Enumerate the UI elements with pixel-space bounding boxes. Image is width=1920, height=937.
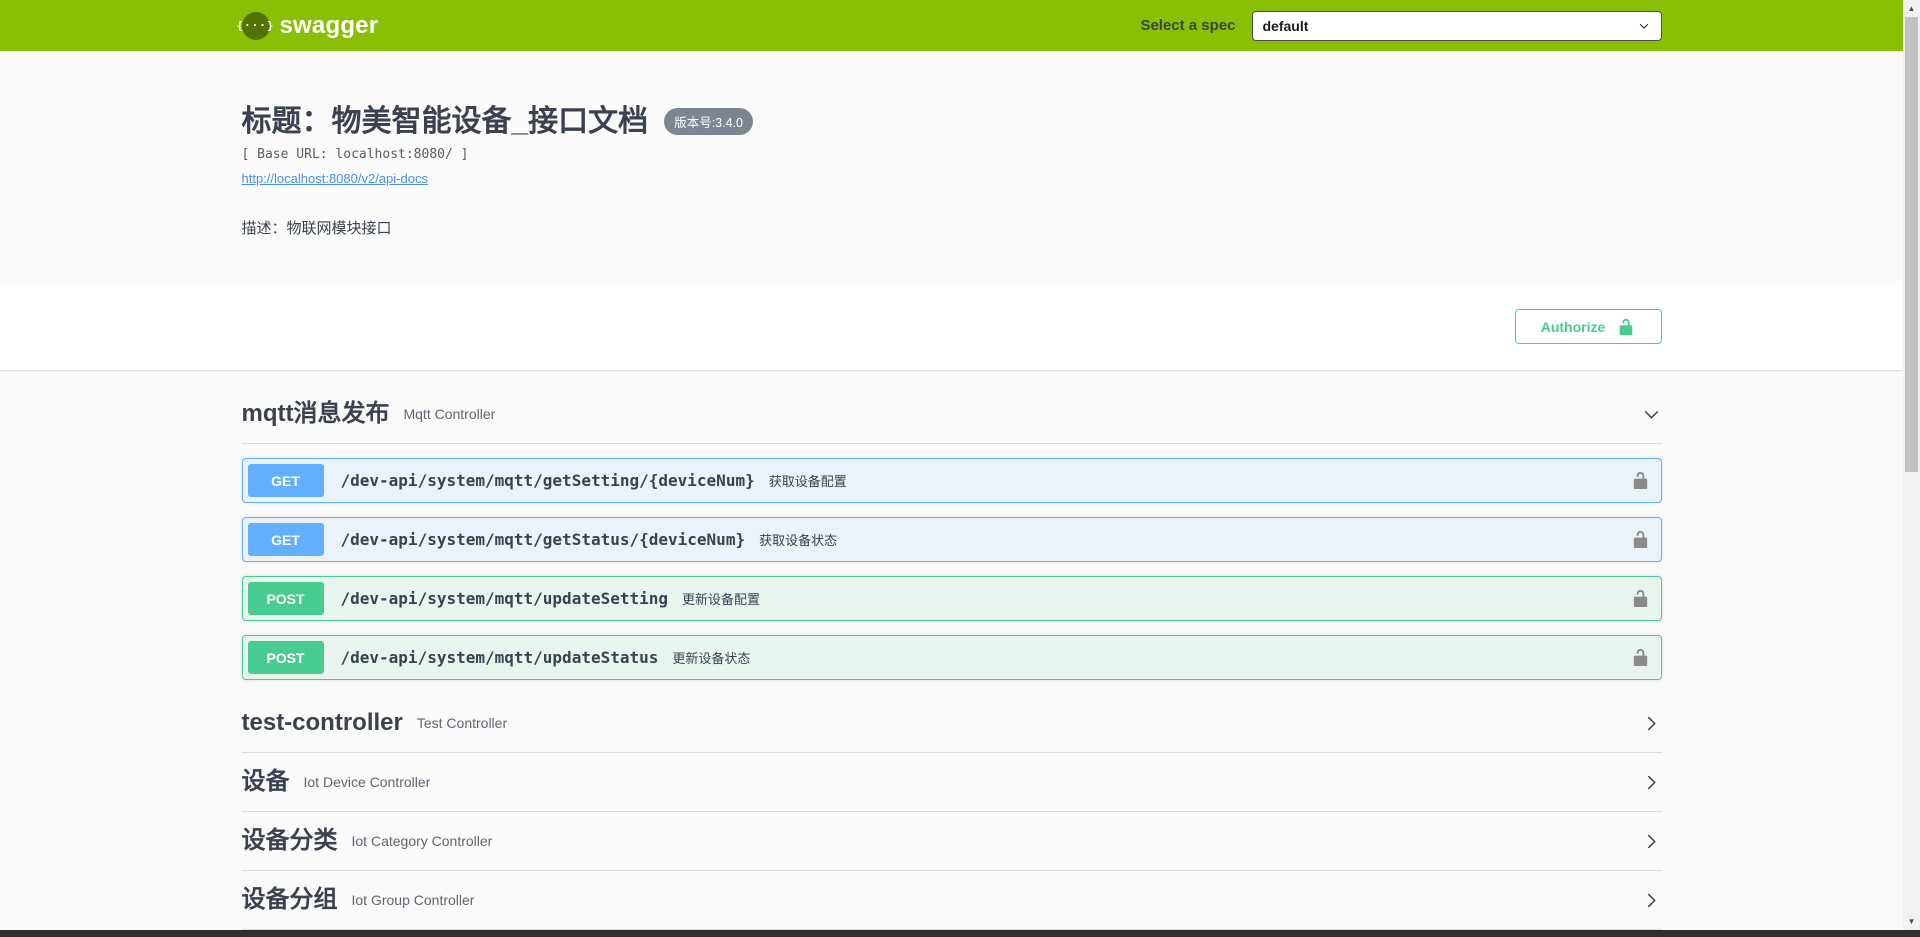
window-bottom-edge bbox=[0, 930, 1920, 937]
api-info-section: 标题：物美智能设备_接口文档 版本号:3.4.0 [ Base URL: loc… bbox=[0, 51, 1903, 283]
operation-row[interactable]: GET /dev-api/system/mqtt/getSetting/{dev… bbox=[242, 458, 1662, 503]
operation-row[interactable]: POST /dev-api/system/mqtt/updateStatus 更… bbox=[242, 635, 1662, 680]
operation-summary: 获取设备配置 bbox=[769, 471, 847, 490]
unlock-icon bbox=[1617, 318, 1635, 336]
authorize-button[interactable]: Authorize bbox=[1515, 309, 1662, 344]
tag-controller-label: Test Controller bbox=[417, 715, 507, 731]
scrollbar-up-arrow[interactable]: ▲ bbox=[1903, 1, 1920, 16]
operation-summary: 更新设备状态 bbox=[672, 648, 750, 667]
tag-controller-label: Iot Group Controller bbox=[352, 892, 475, 908]
operation-summary: 获取设备状态 bbox=[759, 530, 837, 549]
tag-name: 设备分类 bbox=[242, 827, 338, 855]
swagger-logo-icon: {···} bbox=[242, 12, 270, 40]
chevron-down-icon[interactable] bbox=[1641, 404, 1662, 425]
method-badge: GET bbox=[248, 464, 324, 497]
api-tags-section: mqtt消息发布 Mqtt Controller GET /dev-api/sy… bbox=[0, 370, 1903, 930]
method-badge: POST bbox=[248, 582, 324, 615]
tag-controller-label: Iot Category Controller bbox=[352, 833, 493, 849]
spec-select-value: default bbox=[1263, 18, 1309, 34]
spec-select[interactable]: default bbox=[1252, 11, 1662, 41]
tag-section: 设备 Iot Device Controller bbox=[242, 753, 1662, 812]
api-docs-link[interactable]: http://localhost:8080/v2/api-docs bbox=[242, 171, 428, 186]
tag-name: mqtt消息发布 bbox=[242, 400, 390, 428]
lock-icon[interactable] bbox=[1631, 471, 1650, 490]
scrollbar-thumb[interactable] bbox=[1905, 17, 1918, 472]
method-badge: POST bbox=[248, 641, 324, 674]
lock-icon[interactable] bbox=[1631, 589, 1650, 608]
tag-name: 设备分组 bbox=[242, 886, 338, 914]
scrollbar[interactable]: ▲ ▼ bbox=[1903, 0, 1920, 937]
chevron-right-icon[interactable] bbox=[1641, 772, 1662, 793]
lock-icon[interactable] bbox=[1631, 530, 1650, 549]
tag-header[interactable]: 设备 Iot Device Controller bbox=[242, 753, 1662, 812]
operation-path: /dev-api/system/mqtt/updateSetting bbox=[341, 589, 669, 608]
api-tags-list: mqtt消息发布 Mqtt Controller GET /dev-api/sy… bbox=[222, 385, 1682, 930]
tag-header[interactable]: mqtt消息发布 Mqtt Controller bbox=[242, 385, 1662, 444]
base-url: [ Base URL: localhost:8080/ ] bbox=[242, 147, 1662, 162]
chevron-down-icon bbox=[1637, 19, 1651, 33]
operation-path: /dev-api/system/mqtt/getStatus/{deviceNu… bbox=[341, 530, 746, 549]
operation-summary: 更新设备配置 bbox=[682, 589, 760, 608]
tag-controller-label: Iot Device Controller bbox=[304, 774, 431, 790]
chevron-right-icon[interactable] bbox=[1641, 890, 1662, 911]
tag-section: mqtt消息发布 Mqtt Controller GET /dev-api/sy… bbox=[242, 385, 1662, 680]
operation-path: /dev-api/system/mqtt/updateStatus bbox=[341, 648, 659, 667]
title-row: 标题：物美智能设备_接口文档 版本号:3.4.0 bbox=[242, 105, 1662, 138]
operation-path: /dev-api/system/mqtt/getSetting/{deviceN… bbox=[341, 471, 755, 490]
swagger-ui-page: {···} swagger Select a spec default 标题：物… bbox=[0, 0, 1903, 937]
tag-header[interactable]: 设备分组 Iot Group Controller bbox=[242, 871, 1662, 930]
tag-name: 设备 bbox=[242, 768, 290, 796]
tag-section: 设备分组 Iot Group Controller bbox=[242, 871, 1662, 930]
chevron-right-icon[interactable] bbox=[1641, 831, 1662, 852]
swagger-logo-text: swagger bbox=[280, 12, 379, 40]
lock-icon[interactable] bbox=[1631, 648, 1650, 667]
operation-row[interactable]: GET /dev-api/system/mqtt/getStatus/{devi… bbox=[242, 517, 1662, 562]
select-spec-label: Select a spec bbox=[1140, 17, 1235, 34]
tag-section: 设备分类 Iot Category Controller bbox=[242, 812, 1662, 871]
authorize-button-label: Authorize bbox=[1541, 319, 1606, 335]
chevron-right-icon[interactable] bbox=[1641, 713, 1662, 734]
tag-name: test-controller bbox=[242, 709, 403, 737]
api-description: 描述：物联网模块接口 bbox=[242, 217, 1662, 238]
topbar: {···} swagger Select a spec default bbox=[0, 0, 1903, 51]
tag-section: test-controller Test Controller bbox=[242, 694, 1662, 753]
scheme-container: Authorize bbox=[0, 283, 1903, 370]
tag-operations: GET /dev-api/system/mqtt/getSetting/{dev… bbox=[242, 458, 1662, 680]
swagger-logo[interactable]: {···} swagger bbox=[242, 12, 379, 40]
version-badge: 版本号:3.4.0 bbox=[664, 108, 753, 135]
tag-header[interactable]: 设备分类 Iot Category Controller bbox=[242, 812, 1662, 871]
page-title: 标题：物美智能设备_接口文档 bbox=[242, 105, 649, 138]
scrollbar-down-arrow[interactable]: ▼ bbox=[1903, 914, 1920, 929]
tag-header[interactable]: test-controller Test Controller bbox=[242, 694, 1662, 753]
method-badge: GET bbox=[248, 523, 324, 556]
spec-select-group: Select a spec default bbox=[1140, 11, 1661, 41]
operation-row[interactable]: POST /dev-api/system/mqtt/updateSetting … bbox=[242, 576, 1662, 621]
tag-controller-label: Mqtt Controller bbox=[403, 406, 495, 422]
